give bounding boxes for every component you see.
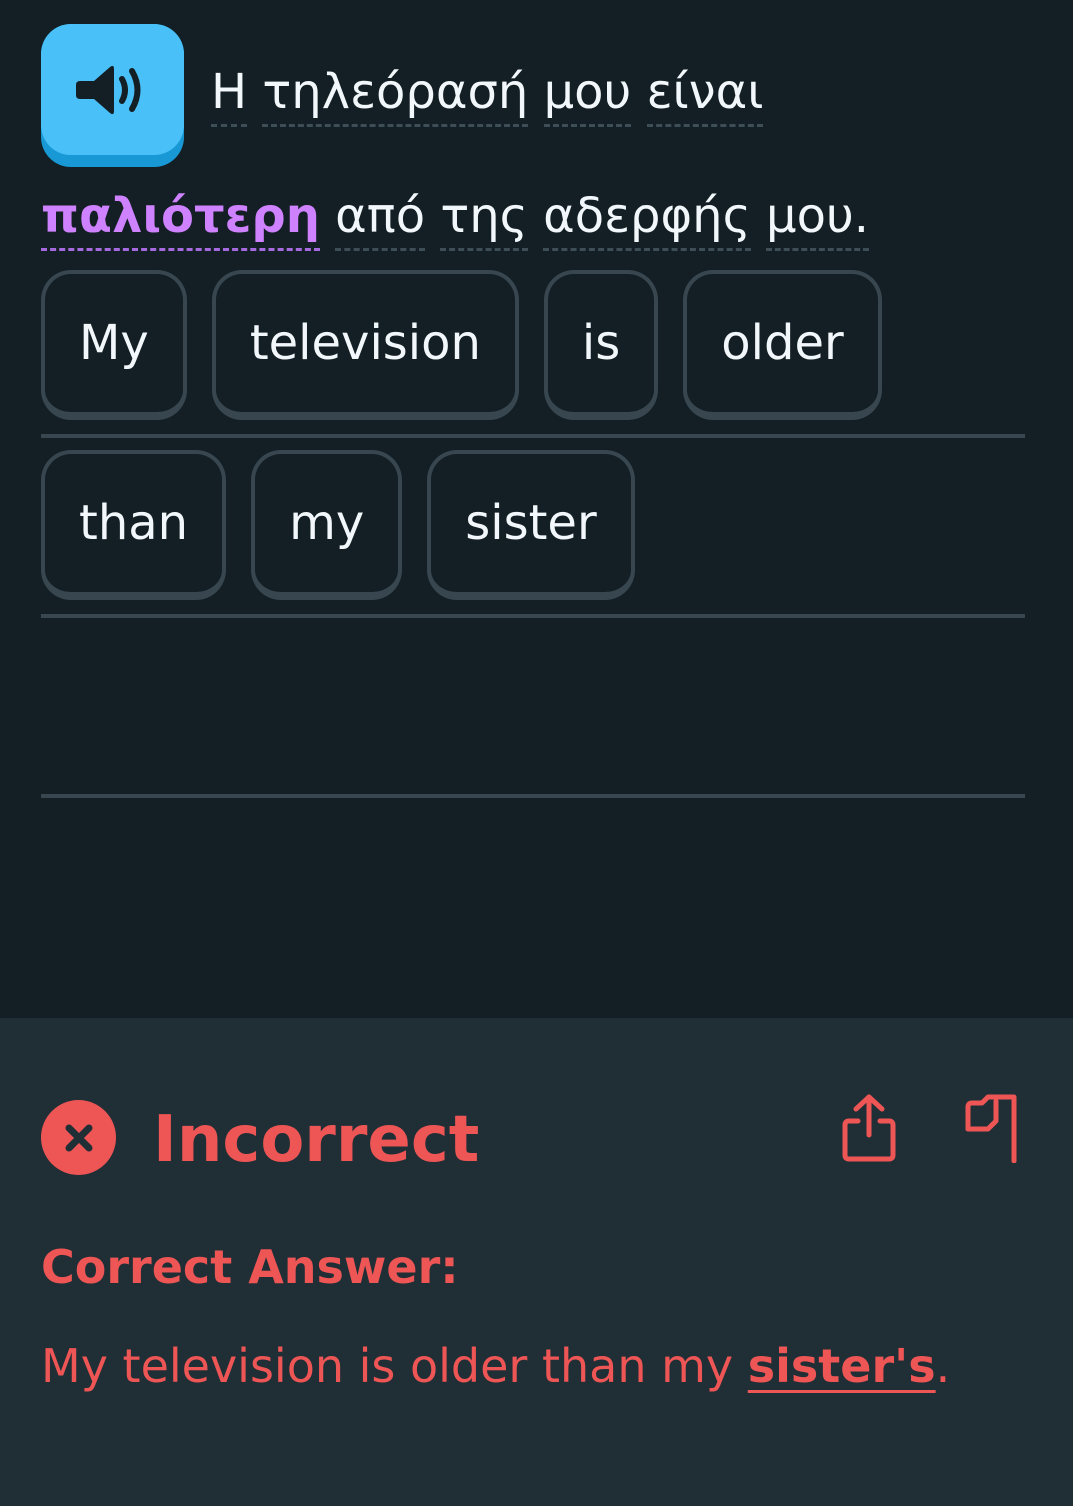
prompt-word[interactable]: μου	[543, 62, 632, 127]
play-audio-button-face	[41, 24, 184, 155]
answer-line-divider	[41, 614, 1025, 618]
word-tile[interactable]: is	[543, 270, 659, 420]
word-tile[interactable]: older	[683, 270, 882, 420]
x-circle-icon	[41, 1100, 116, 1175]
word-tile[interactable]: than	[41, 450, 227, 600]
prompt-word[interactable]: τηλεόρασή	[262, 62, 529, 127]
answer-row-1: My television is older	[41, 270, 882, 420]
word-tile[interactable]: my	[251, 450, 403, 600]
prompt-word[interactable]: μου.	[766, 186, 869, 251]
prompt-line-1: Η τηλεόρασή μου είναι	[211, 62, 764, 127]
share-icon	[842, 1094, 896, 1162]
report-button[interactable]	[952, 1090, 1022, 1166]
correct-answer-diff: sister's	[747, 1339, 936, 1393]
prompt-new-word[interactable]: παλιότερη	[41, 186, 320, 251]
correct-answer-end: .	[935, 1339, 951, 1393]
answer-line-divider	[41, 434, 1025, 438]
feedback-status: Incorrect	[153, 1103, 480, 1177]
share-button[interactable]	[834, 1090, 904, 1166]
prompt-word[interactable]: αδερφής	[543, 186, 751, 251]
word-tile[interactable]: My	[41, 270, 187, 420]
prompt-line-2: παλιότερη από της αδερφής μου.	[41, 186, 869, 251]
prompt-word[interactable]: Η	[211, 62, 248, 127]
word-tile[interactable]: television	[211, 270, 519, 420]
correct-answer-text: My television is older than my	[41, 1339, 734, 1393]
prompt-word[interactable]: της	[440, 186, 528, 251]
prompt-word[interactable]: είναι	[646, 62, 764, 127]
prompt-word[interactable]: από	[335, 186, 426, 251]
answer-row-2: than my sister	[41, 450, 635, 600]
word-tile[interactable]: sister	[427, 450, 635, 600]
flag-icon	[965, 1094, 1017, 1163]
play-audio-button[interactable]	[41, 24, 184, 167]
correct-answer: My television is older than my sister's.	[41, 1328, 1021, 1404]
correct-answer-label: Correct Answer:	[41, 1240, 459, 1294]
speaker-icon	[75, 65, 140, 114]
answer-line-divider	[41, 794, 1025, 798]
